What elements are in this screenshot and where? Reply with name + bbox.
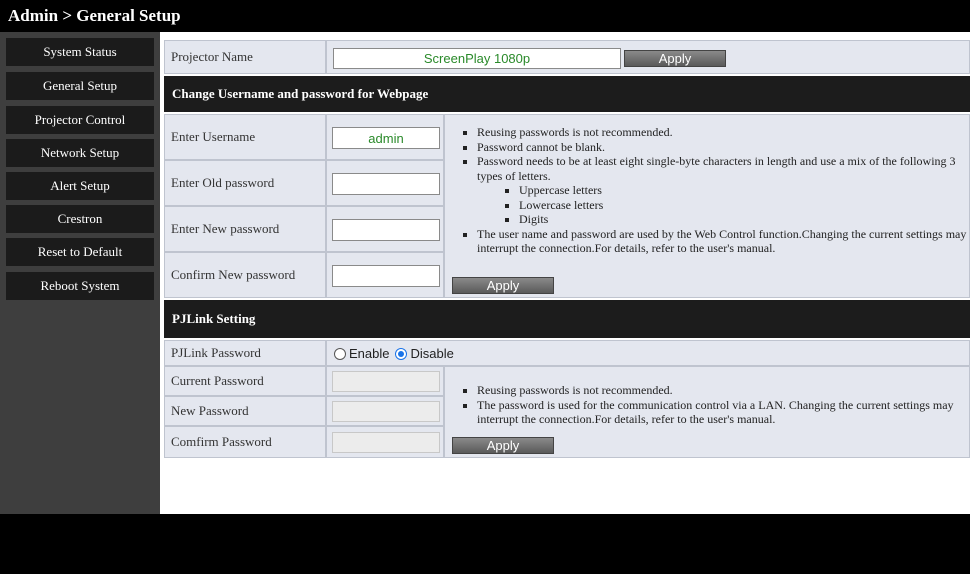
username-cell (326, 114, 444, 160)
webpage-credentials-notes: Reusing passwords is not recommended. Pa… (445, 125, 969, 256)
username-label: Enter Username (164, 114, 326, 160)
note-item: Password cannot be blank. (477, 140, 969, 155)
old-password-label: Enter Old password (164, 160, 326, 206)
projector-name-label: Projector Name (164, 40, 326, 74)
webpage-credentials-notes-panel: Reusing passwords is not recommended. Pa… (444, 114, 970, 298)
sidebar-item-reset-to-default[interactable]: Reset to Default (6, 238, 154, 266)
webpage-credentials-apply-button[interactable]: Apply (452, 277, 554, 294)
note-item: The user name and password are used by t… (477, 227, 969, 256)
pjlink-password-label: PJLink Password (164, 340, 326, 366)
pjlink-new-password-cell (326, 396, 444, 426)
old-password-cell (326, 160, 444, 206)
confirm-password-label: Confirm New password (164, 252, 326, 298)
pjlink-confirm-password-input[interactable] (332, 432, 440, 453)
sidebar-item-general-setup[interactable]: General Setup (6, 72, 154, 100)
note-item: Reusing passwords is not recommended. (477, 383, 969, 398)
pjlink-section-header: PJLink Setting (164, 300, 970, 338)
username-input[interactable] (332, 127, 440, 149)
note-item-text: Password needs to be at least eight sing… (477, 154, 956, 183)
pjlink-new-password-input[interactable] (332, 401, 440, 422)
sidebar-item-alert-setup[interactable]: Alert Setup (6, 172, 154, 200)
sidebar-item-system-status[interactable]: System Status (6, 38, 154, 66)
pjlink-radio-group: Enable Disable (334, 346, 454, 361)
sidebar-item-network-setup[interactable]: Network Setup (6, 139, 154, 167)
sidebar-item-crestron[interactable]: Crestron (6, 205, 154, 233)
projector-name-cell: Apply (326, 40, 970, 74)
current-password-cell (326, 366, 444, 396)
new-password-cell (326, 206, 444, 252)
pjlink-new-password-label: New Password (164, 396, 326, 426)
sub-note-item: Digits (519, 212, 969, 227)
main-content: Projector Name Apply Change Username and… (160, 32, 970, 514)
pjlink-password-cell: Enable Disable (326, 340, 970, 366)
note-item: Reusing passwords is not recommended. (477, 125, 969, 140)
pjlink-current-password-input[interactable] (332, 371, 440, 392)
new-password-label: Enter New password (164, 206, 326, 252)
current-password-label: Current Password (164, 366, 326, 396)
projector-name-apply-button[interactable]: Apply (624, 50, 726, 67)
webpage-credentials-section-header: Change Username and password for Webpage (164, 76, 970, 112)
disable-radio-label[interactable]: Disable (410, 346, 453, 361)
sub-note-item: Lowercase letters (519, 198, 969, 213)
sidebar: System Status General Setup Projector Co… (0, 32, 160, 514)
projector-name-input[interactable] (333, 48, 621, 69)
page-title: Admin > General Setup (8, 6, 181, 25)
sub-note-item: Uppercase letters (519, 183, 969, 198)
footer-bar (0, 514, 970, 574)
confirm-password-cell (326, 252, 444, 298)
pjlink-confirm-password-label: Comfirm Password (164, 426, 326, 458)
old-password-input[interactable] (332, 173, 440, 195)
pjlink-notes: Reusing passwords is not recommended. Th… (445, 383, 969, 427)
sidebar-item-projector-control[interactable]: Projector Control (6, 106, 154, 134)
title-bar: Admin > General Setup (0, 0, 970, 32)
new-password-input[interactable] (332, 219, 440, 241)
pjlink-confirm-password-cell (326, 426, 444, 458)
note-item: The password is used for the communicati… (477, 398, 969, 427)
sidebar-item-reboot-system[interactable]: Reboot System (6, 272, 154, 300)
pjlink-notes-panel: Reusing passwords is not recommended. Th… (444, 366, 970, 458)
note-item: Password needs to be at least eight sing… (477, 154, 969, 227)
confirm-password-input[interactable] (332, 265, 440, 287)
enable-radio[interactable] (334, 347, 346, 360)
disable-radio[interactable] (395, 347, 408, 360)
enable-radio-label[interactable]: Enable (349, 346, 389, 361)
pjlink-apply-button[interactable]: Apply (452, 437, 554, 454)
